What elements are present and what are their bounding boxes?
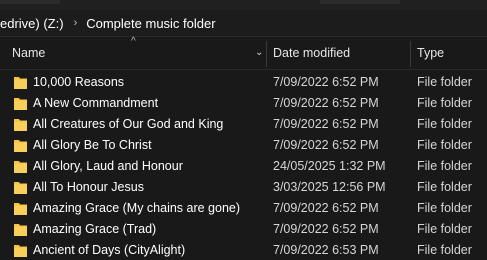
list-item[interactable]: A New Commandment 7/09/2022 6:52 PM File… (0, 93, 487, 114)
file-date-modified: 3/03/2025 12:56 PM (273, 180, 386, 194)
folder-icon (14, 161, 27, 173)
file-date-modified: 7/09/2022 6:52 PM (273, 138, 379, 152)
file-name: All Glory Be To Christ (33, 138, 152, 152)
breadcrumb-drive[interactable]: edrive) (Z:) (0, 16, 66, 31)
list-item[interactable]: All To Honour Jesus 3/03/2025 12:56 PM F… (0, 177, 487, 198)
tab-strip (0, 0, 487, 10)
column-header-type-label: Type (417, 46, 445, 60)
folder-icon (14, 119, 27, 131)
column-divider[interactable] (410, 41, 411, 67)
file-date-modified: 7/09/2022 6:52 PM (273, 117, 379, 131)
tab-edge[interactable] (0, 0, 60, 4)
file-name: Ancient of Days (CityAlight) (33, 243, 186, 257)
column-header-type[interactable]: Type (417, 37, 487, 69)
list-item[interactable]: All Glory, Laud and Honour 24/05/2025 1:… (0, 156, 487, 177)
folder-icon (14, 203, 27, 215)
file-type: File folder (417, 180, 472, 194)
column-divider[interactable] (266, 41, 267, 67)
file-name: All Glory, Laud and Honour (33, 159, 183, 173)
chevron-down-icon[interactable]: ⌄ (255, 47, 263, 58)
breadcrumb-separator-icon[interactable]: › (66, 17, 85, 29)
file-date-modified: 7/09/2022 6:52 PM (273, 96, 379, 110)
file-explorer-window: edrive) (Z:) › Complete music folder ^ N… (0, 0, 487, 260)
file-name: 10,000 Reasons (33, 75, 125, 89)
file-type: File folder (417, 96, 472, 110)
column-header-date-modified[interactable]: Date modified (273, 37, 403, 69)
file-type: File folder (417, 222, 472, 236)
file-type: File folder (417, 117, 472, 131)
column-header-name-label: Name (12, 46, 46, 60)
list-item[interactable]: 10,000 Reasons 7/09/2022 6:52 PM File fo… (0, 72, 487, 93)
file-type: File folder (417, 138, 472, 152)
folder-icon (14, 98, 27, 110)
file-list: 10,000 Reasons 7/09/2022 6:52 PM File fo… (0, 72, 487, 260)
column-header-date-label: Date modified (273, 46, 351, 60)
folder-icon (14, 140, 27, 152)
folder-icon (14, 224, 27, 236)
file-date-modified: 7/09/2022 6:53 PM (273, 243, 379, 257)
folder-icon (14, 182, 27, 194)
list-item[interactable]: Amazing Grace (Trad) 7/09/2022 6:52 PM F… (0, 219, 487, 240)
column-header-row: ^ Name ⌄ Date modified Type (0, 37, 487, 70)
file-name: All To Honour Jesus (33, 180, 144, 194)
folder-icon (14, 77, 27, 89)
file-date-modified: 7/09/2022 6:52 PM (273, 222, 379, 236)
file-date-modified: 7/09/2022 6:52 PM (273, 75, 379, 89)
file-type: File folder (417, 75, 472, 89)
file-type: File folder (417, 243, 472, 257)
tab-edge[interactable] (320, 0, 400, 4)
file-name: Amazing Grace (My chains are gone) (33, 201, 241, 215)
folder-icon (14, 245, 27, 257)
file-type: File folder (417, 201, 472, 215)
breadcrumb-current-folder[interactable]: Complete music folder (84, 16, 217, 31)
file-name: Amazing Grace (Trad) (33, 222, 157, 236)
file-type: File folder (417, 159, 472, 173)
file-name: All Creatures of Our God and King (33, 117, 224, 131)
file-date-modified: 24/05/2025 1:32 PM (273, 159, 386, 173)
file-name: A New Commandment (33, 96, 159, 110)
list-item[interactable]: All Glory Be To Christ 7/09/2022 6:52 PM… (0, 135, 487, 156)
file-date-modified: 7/09/2022 6:52 PM (273, 201, 379, 215)
list-item[interactable]: Ancient of Days (CityAlight) 7/09/2022 6… (0, 240, 487, 260)
column-header-name[interactable]: Name (12, 37, 262, 69)
list-item[interactable]: All Creatures of Our God and King 7/09/2… (0, 114, 487, 135)
address-bar[interactable]: edrive) (Z:) › Complete music folder (0, 10, 487, 37)
list-item[interactable]: Amazing Grace (My chains are gone) 7/09/… (0, 198, 487, 219)
